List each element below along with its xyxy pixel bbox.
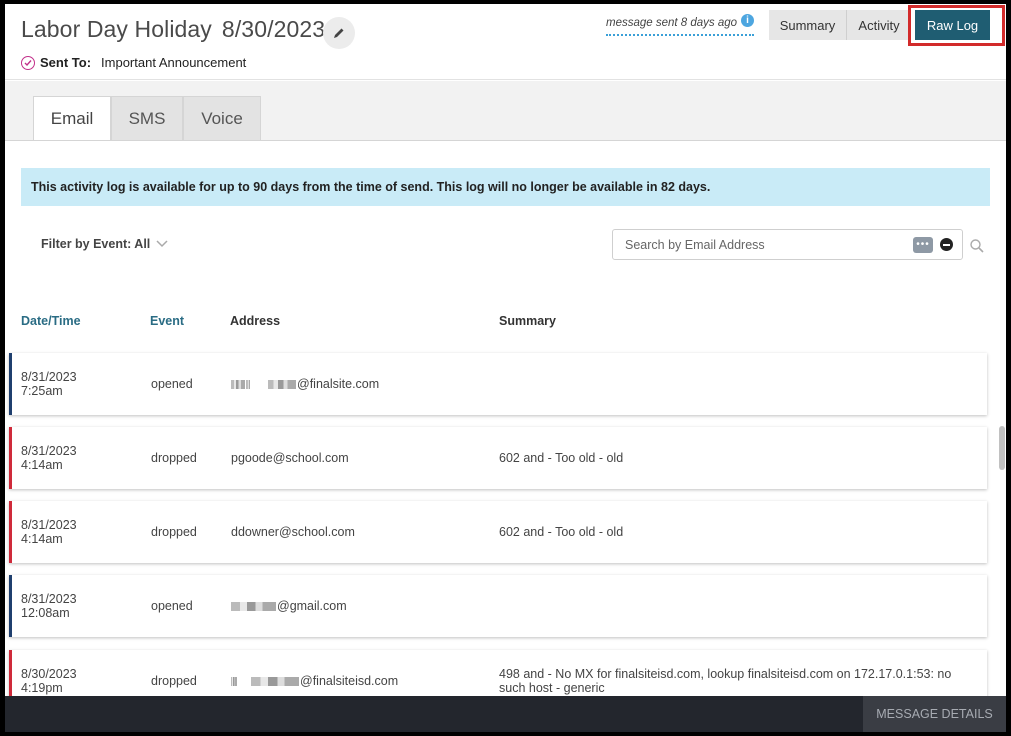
chevron-down-icon [156, 237, 168, 251]
table-row[interactable]: 8/31/2023 4:14am dropped pgoode@school.co… [9, 427, 987, 489]
summary-button[interactable]: Summary [769, 10, 847, 40]
row-address: @gmail.com [231, 599, 347, 613]
event-filter-dropdown[interactable]: Filter by Event: All [41, 237, 168, 251]
search-input[interactable]: Search by Email Address ••• [612, 229, 963, 260]
column-header-summary: Summary [499, 314, 556, 328]
search-icon[interactable] [970, 239, 984, 253]
column-header-address: Address [230, 314, 281, 328]
retention-notice: This activity log is available for up to… [21, 168, 990, 206]
row-summary: 602 and - Too old - old [499, 525, 624, 539]
row-address: ddowner@school.com [231, 525, 355, 539]
tab-email[interactable]: Email [33, 96, 111, 141]
info-icon: i [741, 13, 755, 27]
column-header-datetime[interactable]: Date/Time [21, 314, 81, 328]
row-address: @finalsite.com [231, 377, 379, 391]
sent-ago-tooltip-trigger[interactable]: message sent 8 days ago i [606, 13, 755, 36]
row-event: dropped [151, 451, 197, 465]
row-summary: 602 and - Too old - old [499, 451, 624, 465]
row-datetime: 8/31/2023 4:14am [21, 518, 77, 546]
row-datetime: 8/31/2023 4:14am [21, 444, 77, 472]
row-event: opened [151, 377, 193, 391]
row-address: @finalsiteisd.com [231, 674, 398, 688]
table-row[interactable]: 8/31/2023 7:25am opened @finalsite.com [9, 353, 987, 415]
message-date: 8/30/2023 [221, 16, 326, 42]
table-row[interactable]: 8/31/2023 12:08am opened @gmail.com [9, 575, 987, 637]
filter-label: Filter by Event: All [41, 237, 151, 251]
search-placeholder: Search by Email Address [625, 237, 765, 252]
raw-log-button[interactable]: Raw Log [915, 10, 990, 40]
column-header-event[interactable]: Event [150, 314, 184, 328]
row-event: dropped [151, 525, 197, 539]
message-details-tab[interactable]: MESSAGE DETAILS [863, 696, 1006, 732]
edit-title-button[interactable] [323, 17, 355, 49]
footer-bar: MESSAGE DETAILS [5, 696, 1006, 732]
clear-icon[interactable] [940, 238, 953, 251]
pencil-icon [334, 28, 344, 38]
tab-sms[interactable]: SMS [111, 96, 183, 140]
row-datetime: 8/31/2023 12:08am [21, 592, 77, 620]
row-address: pgoode@school.com [231, 451, 349, 465]
check-circle-icon [21, 55, 35, 70]
table-row[interactable]: 8/31/2023 4:14am dropped ddowner@school.c… [9, 501, 987, 563]
sent-to-label: Sent To: [40, 55, 92, 70]
row-datetime: 8/30/2023 4:19pm [21, 667, 77, 695]
sent-to: Sent To: Important Announcement [21, 55, 246, 70]
scrollbar-thumb[interactable] [999, 426, 1005, 470]
row-event: dropped [151, 674, 197, 688]
row-datetime: 8/31/2023 7:25am [21, 370, 77, 398]
sent-to-value: Important Announcement [101, 55, 247, 70]
message-details-panel: Labor Day Holiday 8/30/2023 Sent To: Impo… [5, 4, 1006, 732]
page-title: Labor Day Holiday 8/30/2023 [21, 16, 325, 43]
activity-button[interactable]: Activity [847, 10, 911, 40]
tab-voice[interactable]: Voice [183, 96, 261, 140]
sent-ago-text: message sent 8 days ago [606, 17, 738, 29]
header: Labor Day Holiday 8/30/2023 Sent To: Impo… [5, 4, 1006, 80]
message-title: Labor Day Holiday [21, 16, 212, 42]
row-event: opened [151, 599, 193, 613]
more-dots-icon[interactable]: ••• [913, 236, 933, 253]
row-summary: 498 and - No MX for finalsiteisd.com, lo… [499, 667, 952, 695]
activity-log: This activity log is available for up to… [5, 140, 1006, 712]
